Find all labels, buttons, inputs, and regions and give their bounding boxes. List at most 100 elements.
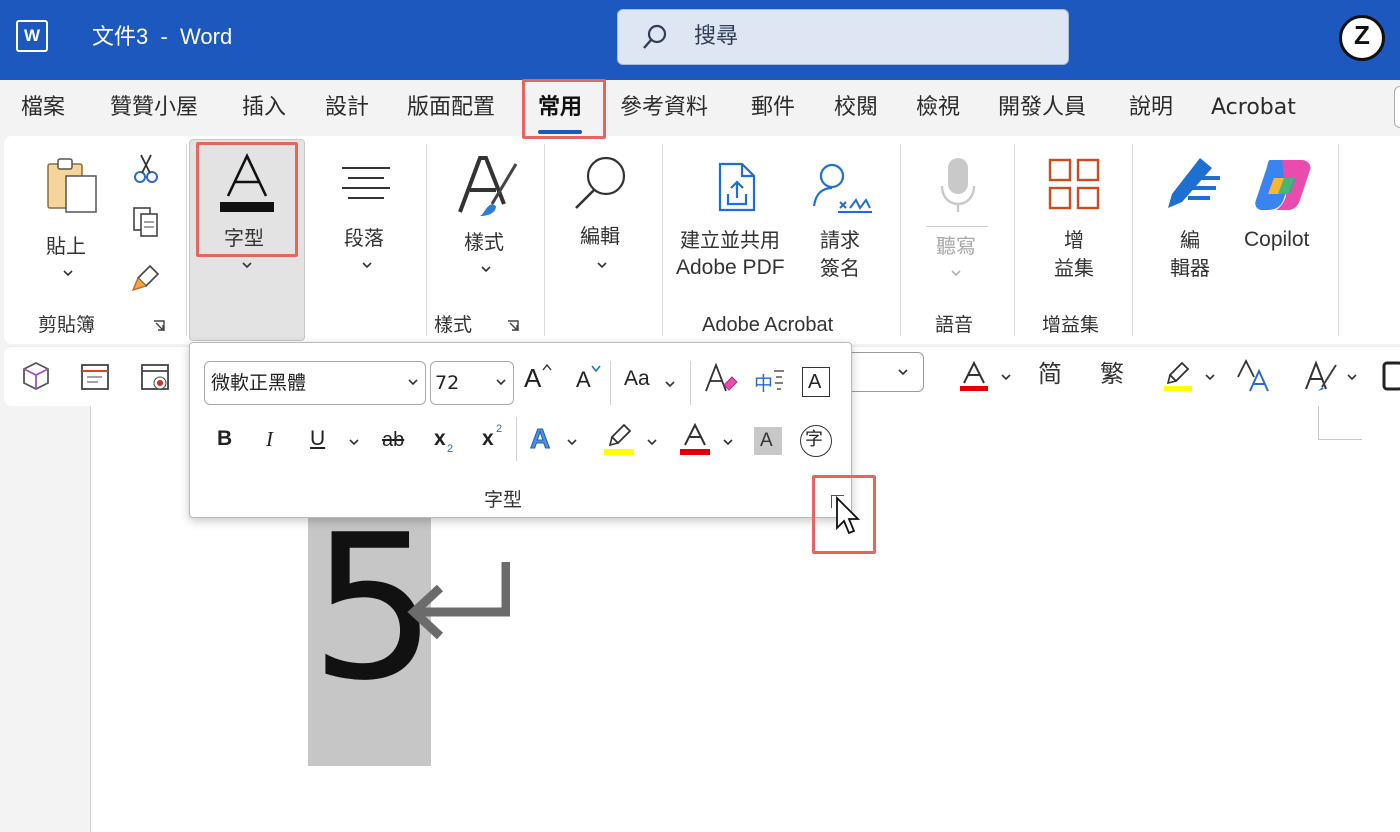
copilot-icon[interactable]: [1254, 158, 1312, 212]
find-icon[interactable]: [572, 154, 630, 212]
acrobat-group-label: Adobe Acrobat: [702, 314, 834, 336]
font-size-select[interactable]: 72: [430, 361, 514, 405]
character-scale-icon[interactable]: [1236, 359, 1272, 393]
chevron-down-icon[interactable]: [566, 437, 578, 447]
copy-icon[interactable]: [130, 206, 162, 238]
create-pdf-line2[interactable]: Adobe PDF: [676, 254, 785, 282]
addins-icon[interactable]: [1046, 156, 1102, 212]
subscript-button[interactable]: x: [434, 427, 446, 451]
bold-button[interactable]: B: [217, 427, 232, 451]
account-initial: Z: [1354, 20, 1370, 50]
character-shading-letter: A: [760, 430, 773, 451]
tab-developer[interactable]: 開發人員: [998, 92, 1086, 124]
tab-mailings[interactable]: 郵件: [751, 92, 795, 124]
chevron-down-icon[interactable]: [596, 260, 608, 270]
ribbon-display-options[interactable]: [1394, 86, 1400, 128]
voice-group-label: 語音: [935, 314, 974, 336]
phonetic-guide-button[interactable]: 中: [754, 369, 773, 396]
request-sign-line2[interactable]: 簽名: [820, 254, 860, 282]
chevron-down-icon[interactable]: [722, 437, 734, 447]
page-corner-mark: [1318, 406, 1362, 440]
tab-help[interactable]: 說明: [1129, 92, 1173, 124]
font-color-icon[interactable]: [678, 423, 712, 457]
tab-home[interactable]: 常用: [538, 92, 583, 134]
search-box[interactable]: 搜尋: [617, 9, 1069, 65]
editing-label[interactable]: 編輯: [580, 222, 620, 250]
underline-button[interactable]: U: [310, 427, 325, 451]
chevron-down-icon[interactable]: [646, 437, 658, 447]
character-border-button[interactable]: A: [802, 367, 830, 397]
font-color-icon[interactable]: [958, 361, 990, 393]
chevron-down-icon[interactable]: [1000, 372, 1012, 382]
paste-label[interactable]: 貼上: [46, 232, 86, 260]
copilot-label[interactable]: Copilot: [1244, 226, 1309, 254]
tab-design[interactable]: 設計: [325, 92, 369, 124]
record-icon[interactable]: [138, 359, 174, 395]
italic-button[interactable]: I: [266, 427, 273, 452]
editor-line2[interactable]: 輯器: [1170, 254, 1210, 282]
tab-file[interactable]: 檔案: [21, 92, 65, 124]
cut-icon[interactable]: [132, 152, 160, 184]
traditional-chinese-button[interactable]: 繁: [1100, 359, 1124, 389]
clear-formatting-icon[interactable]: [704, 363, 738, 395]
strikethrough-button[interactable]: ab: [382, 429, 404, 452]
font-popup-group-label: 字型: [484, 489, 523, 511]
highlight-color-icon[interactable]: [602, 423, 636, 457]
styles-label[interactable]: 樣式: [464, 228, 504, 256]
tab-references[interactable]: 參考資料: [620, 92, 708, 124]
dictate-icon[interactable]: [938, 156, 978, 214]
title-bar: W 文件3 - Word 搜尋 Z: [0, 0, 1400, 80]
tab-view[interactable]: 檢視: [916, 92, 960, 124]
grow-font-button[interactable]: A: [524, 363, 541, 394]
editor-line1[interactable]: 編: [1180, 226, 1200, 254]
layout-icon[interactable]: [78, 359, 114, 395]
font-group-label: 字型: [224, 226, 264, 250]
character-shading-button[interactable]: A: [754, 427, 782, 455]
superscript-two: 2: [496, 423, 503, 435]
styles-icon[interactable]: [456, 154, 522, 220]
tab-review[interactable]: 校閱: [834, 92, 878, 124]
chevron-down-icon[interactable]: [1346, 372, 1358, 382]
cube-icon[interactable]: [18, 359, 54, 395]
shrink-font-button[interactable]: A: [576, 367, 591, 393]
change-case-button[interactable]: Aa: [624, 367, 650, 391]
text-effects-button[interactable]: A: [529, 423, 550, 455]
dictate-label[interactable]: 聽寫: [936, 232, 976, 260]
create-pdf-icon[interactable]: [714, 160, 764, 216]
format-painter-icon[interactable]: [130, 262, 162, 294]
chevron-down-icon[interactable]: [348, 437, 360, 447]
create-pdf-line1[interactable]: 建立並共用: [680, 226, 780, 254]
chevron-down-icon[interactable]: [480, 264, 492, 274]
font-size-select-behind[interactable]: [842, 352, 924, 392]
addins-line2[interactable]: 益集: [1054, 254, 1094, 282]
chevron-down-icon[interactable]: [664, 379, 676, 389]
font-name-select[interactable]: 微軟正黑體: [204, 361, 426, 405]
request-sign-line1[interactable]: 請求: [820, 226, 860, 254]
chevron-down-icon[interactable]: [361, 260, 373, 270]
account-avatar[interactable]: Z: [1339, 15, 1385, 61]
font-group-button[interactable]: 字型: [189, 139, 305, 341]
tab-insert[interactable]: 插入: [242, 92, 286, 124]
chevron-down-icon[interactable]: [950, 268, 962, 278]
paragraph-icon[interactable]: [338, 162, 394, 206]
request-signature-icon[interactable]: [810, 158, 874, 214]
simplified-chinese-button[interactable]: 简: [1038, 359, 1062, 389]
font-size-value: 72: [435, 372, 460, 394]
chevron-down-icon[interactable]: [1204, 372, 1216, 382]
enclose-characters-button[interactable]: 字: [800, 425, 832, 457]
paste-icon[interactable]: [44, 156, 102, 216]
styles-launcher-icon[interactable]: [506, 319, 520, 333]
chevron-down-icon[interactable]: [62, 268, 74, 278]
tab-acrobat[interactable]: Acrobat: [1211, 92, 1296, 124]
word-logo-icon: W: [16, 20, 48, 52]
editor-icon[interactable]: [1160, 154, 1224, 214]
clipboard-launcher-icon[interactable]: [152, 319, 166, 333]
addins-line1[interactable]: 增: [1064, 226, 1084, 254]
tab-zanzan[interactable]: 贊贊小屋: [110, 92, 198, 124]
highlight-icon[interactable]: [1162, 361, 1194, 393]
styles-pane-icon[interactable]: [1302, 359, 1338, 393]
paragraph-label[interactable]: 段落: [344, 224, 384, 252]
more-icon[interactable]: [1382, 361, 1400, 391]
superscript-button[interactable]: x: [482, 427, 494, 451]
tab-layout[interactable]: 版面配置: [407, 92, 495, 124]
